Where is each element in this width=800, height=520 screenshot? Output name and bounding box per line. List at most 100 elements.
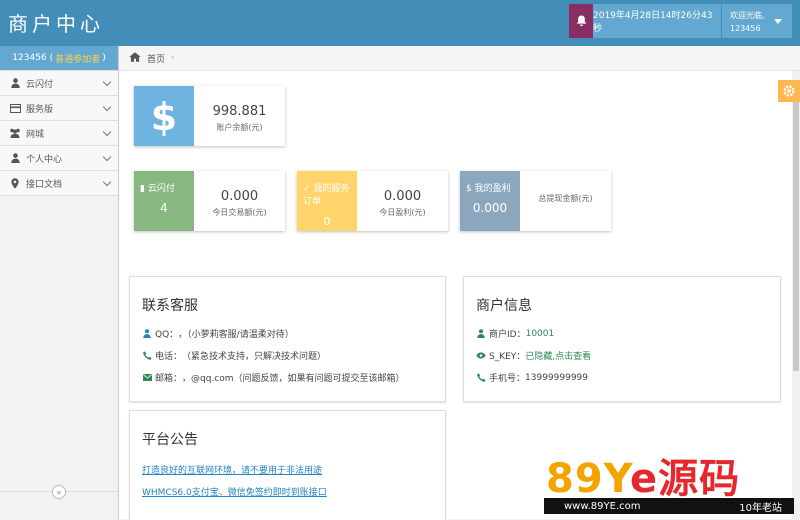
stat-tile-title: 云闪付	[147, 184, 175, 194]
contact-phone: 电话： （紧急技术支持，只解决技术问题）	[142, 349, 326, 362]
contact-title: 联系客服	[142, 298, 198, 314]
user-icon	[142, 329, 152, 338]
chevron-down-icon	[102, 152, 112, 162]
sidebar-item-api-docs[interactable]: 接口文档	[0, 171, 118, 196]
notice-link[interactable]: 打造良好的互联网环境，请不要用于非法用途	[142, 463, 322, 476]
sidebar-item-mall[interactable]: 网城	[0, 121, 118, 146]
settings-button[interactable]	[778, 80, 800, 102]
stat-label: 今日交易额(元)	[212, 208, 267, 217]
envelope-icon	[142, 374, 152, 381]
contact-qq: QQ： ，（小萝莉客服/请温柔对待）	[142, 327, 294, 340]
notice-panel: 平台公告 打造良好的互联网环境，请不要用于非法用途 WHMCS6.0支付宝、微信…	[129, 410, 446, 520]
top-navbar: 商户中心 2019年4月28日14时26分43秒 欢迎光临, 123456	[0, 0, 800, 46]
stat-value: 0.000	[383, 189, 422, 204]
merchant-id-value: 10001	[525, 328, 555, 339]
stat-label: 总提现金额(元)	[538, 194, 593, 203]
merchant-key-label: S_KEY：	[489, 352, 526, 362]
stat-tile-value: 4	[160, 201, 168, 215]
stat-tile-value: 0	[323, 215, 331, 228]
svg-text:$: $	[151, 95, 177, 139]
chevron-down-icon	[102, 77, 112, 87]
merchant-title: 商户信息	[476, 298, 532, 314]
user-icon	[8, 78, 22, 88]
caret-down-icon	[774, 19, 782, 24]
brand-title[interactable]: 商户中心	[8, 8, 104, 37]
sidebar-item-label: 接口文档	[26, 179, 63, 190]
notice-link[interactable]: WHMCS6.0支付宝、微信免签约即时到账接口	[142, 485, 327, 498]
sidebar-item-service[interactable]: 服务版	[0, 96, 118, 121]
breadcrumb-separator: ›	[171, 53, 175, 63]
sidebar-item-personal-center[interactable]: 个人中心	[0, 146, 118, 171]
gear-icon	[783, 85, 795, 97]
breadcrumb-home[interactable]: 首页	[147, 52, 165, 65]
card-icon	[8, 103, 22, 113]
check-icon: ✓	[303, 184, 314, 194]
watermark-slogan: 10年老站	[739, 502, 782, 514]
sidebar-item-label: 网城	[26, 129, 45, 140]
watermark-logo: 89Ye源码	[546, 446, 740, 504]
merchant-id-label: 商户ID：	[489, 330, 526, 340]
phone-icon	[142, 351, 152, 360]
merchant-mobile-row: 手机号： 13999999999	[476, 371, 588, 384]
scrollbar-thumb[interactable]	[793, 101, 799, 371]
stat-value: 0.000	[220, 189, 259, 204]
user-menu[interactable]: 欢迎光临, 123456	[722, 4, 792, 38]
watermark-logo-a: 89Y	[546, 456, 630, 502]
watermark: 89Ye源码 www.89YE.com 10年老站	[544, 446, 794, 516]
notification-button[interactable]	[569, 4, 593, 38]
user-icon	[476, 329, 486, 338]
eye-icon	[476, 352, 486, 359]
account-id: 123456	[12, 53, 47, 63]
account-level: 普通参加者	[55, 54, 101, 65]
sidebar-collapse-button[interactable]: «	[52, 485, 66, 499]
datetime-display: 2019年4月28日14时26分43秒	[593, 4, 721, 38]
phone-icon	[476, 373, 486, 382]
qq-value: ，（小萝莉客服/请温柔对待）	[178, 330, 294, 340]
merchant-id-row: 商户ID： 10001	[476, 327, 554, 340]
dollar-icon: $	[151, 95, 177, 139]
dollar-icon: $	[466, 184, 475, 194]
balance-label: 账户余额(元)	[216, 123, 263, 132]
watermark-url: www.89YE.com	[564, 500, 641, 512]
contact-email: 邮箱： ，@qq.com（问题反馈，如果有问题可提交至该邮箱）	[142, 371, 405, 384]
chevron-down-icon	[102, 127, 112, 137]
welcome-text: 欢迎光临,	[730, 11, 765, 20]
sidebar-item-label: 服务版	[26, 104, 54, 115]
phone-label: 电话：	[155, 352, 183, 362]
phone-value: （紧急技术支持，只解决技术问题）	[182, 352, 327, 362]
bell-icon	[576, 15, 586, 27]
merchant-mobile-label: 手机号：	[489, 374, 526, 384]
merchant-mobile-value: 13999999999	[525, 372, 589, 383]
sidebar-item-label: 个人中心	[26, 154, 63, 165]
balance-tile: $	[134, 86, 194, 146]
chevron-down-icon	[102, 177, 112, 187]
account-summary: 123456 ( 普通参加者 )	[0, 46, 118, 71]
watermark-logo-b: e源码	[629, 456, 741, 502]
stat-card-yunshanfu[interactable]: ▮ 云闪付 4 0.000 今日交易额(元)	[134, 171, 285, 231]
home-icon[interactable]	[129, 51, 141, 65]
stat-tile: ✓ 我的服务订单 0	[297, 171, 357, 231]
username: 123456	[730, 24, 761, 33]
merchant-key-row: S_KEY： 已隐藏,点击查看	[476, 349, 591, 362]
stat-card-service-orders[interactable]: ✓ 我的服务订单 0 0.000 今日盈利(元)	[297, 171, 448, 231]
sidebar-item-label: 云闪付	[26, 79, 54, 90]
qq-label: QQ：	[155, 330, 179, 340]
watermark-bar: www.89YE.com 10年老站	[544, 498, 794, 514]
sidebar-item-yunshanfu[interactable]: 云闪付	[0, 71, 118, 96]
contact-panel: 联系客服 QQ： ，（小萝莉客服/请温柔对待） 电话： （紧急技术支持，只解决技…	[129, 276, 446, 402]
merchant-panel: 商户信息 商户ID： 10001 S_KEY： 已隐藏,点击查看 手机号： 13…	[463, 276, 781, 402]
user-icon	[8, 153, 22, 163]
stat-tile: $ 我的盈利 0.000	[460, 171, 520, 231]
notice-title: 平台公告	[142, 432, 198, 448]
email-label: 邮箱：	[155, 374, 183, 384]
merchant-key-reveal-link[interactable]: 已隐藏,点击查看	[525, 349, 591, 362]
map-marker-icon	[8, 177, 22, 189]
stat-card-profit[interactable]: $ 我的盈利 0.000 总提现金额(元)	[460, 171, 611, 231]
stat-label: 今日盈利(元)	[379, 208, 426, 217]
breadcrumb: 首页 ›	[119, 46, 800, 71]
sidebar: 123456 ( 普通参加者 ) 云闪付 服务版 网城 个人中心 接口文档 «	[0, 46, 119, 519]
phone-icon: ▮	[140, 184, 148, 194]
balance-value: 998.881	[212, 104, 267, 119]
balance-card: $ 998.881 账户余额(元)	[134, 86, 285, 146]
stat-tile: ▮ 云闪付 4	[134, 171, 194, 231]
